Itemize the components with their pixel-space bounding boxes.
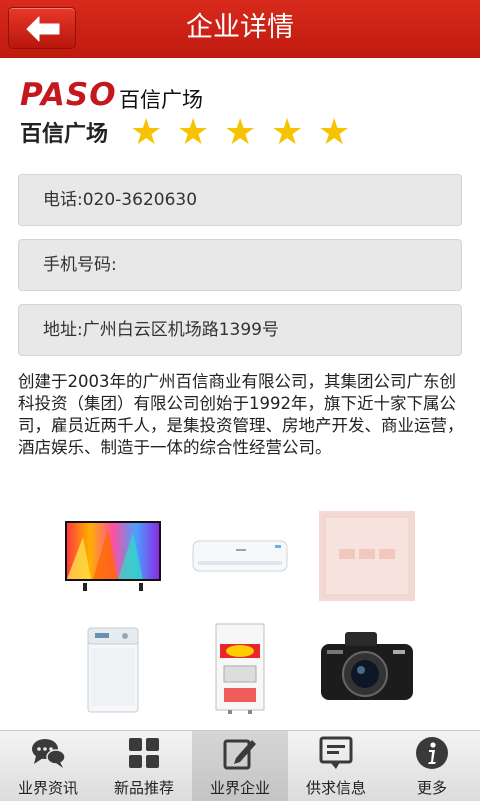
product-water-heater[interactable] — [190, 618, 290, 716]
company-name: 百信广场 — [119, 88, 203, 112]
pink-panel-image — [319, 511, 415, 601]
nav-label: 业界资讯 — [17, 779, 78, 797]
nav-item-new-products[interactable]: 新品推荐 — [96, 731, 192, 801]
header-bar: 企业详情 — [0, 0, 480, 58]
air-conditioner-image — [192, 540, 288, 572]
nav-item-industry-companies[interactable]: 业界企业 — [192, 731, 288, 801]
page-title: 企业详情 — [186, 12, 294, 43]
washing-machine-image — [87, 627, 139, 713]
company-logo: PASO 百信广场 — [18, 72, 117, 160]
company-description: 创建于2003年的广州百信商业有限公司，其集团公司广东创科投资（集团）有限公司创… — [18, 372, 464, 457]
info-icon — [416, 737, 448, 769]
nav-item-supply-demand[interactable]: 供求信息 — [288, 731, 384, 801]
rating-stars: ★ ★ ★ ★ ★ — [130, 115, 365, 151]
product-washing-machine[interactable] — [63, 618, 163, 716]
message-board-icon — [319, 736, 353, 769]
water-heater-image — [215, 623, 265, 714]
nav-label: 更多 — [416, 779, 447, 797]
product-air-conditioner[interactable] — [190, 507, 290, 605]
phone-field[interactable]: 电话:020-3620630 — [18, 174, 462, 226]
logo-brand: PASO — [20, 77, 117, 113]
nav-label: 业界企业 — [209, 779, 270, 797]
product-camera[interactable] — [317, 618, 417, 716]
mobile-field[interactable]: 手机号码: — [18, 239, 462, 291]
star-icon: ★ — [318, 112, 351, 153]
television-image — [65, 521, 161, 591]
star-icon: ★ — [224, 112, 257, 153]
nav-item-more[interactable]: 更多 — [384, 731, 480, 801]
chat-bubbles-icon — [32, 739, 66, 768]
product-tv[interactable] — [63, 507, 163, 605]
address-field[interactable]: 地址:广州白云区机场路1399号 — [18, 304, 462, 356]
edit-icon — [223, 739, 256, 770]
star-icon: ★ — [271, 112, 304, 153]
star-icon: ★ — [130, 112, 163, 153]
camera-image — [321, 632, 413, 700]
star-icon: ★ — [177, 112, 210, 153]
nav-label: 供求信息 — [305, 779, 366, 797]
logo-subtitle: 百信广场 — [19, 122, 108, 147]
bottom-nav: 业界资讯 新品推荐 业界企业 供求信息 更多 — [0, 730, 480, 801]
nav-item-industry-news[interactable]: 业界资讯 — [0, 731, 96, 801]
nav-label: 新品推荐 — [113, 779, 174, 797]
grid-icon — [129, 738, 159, 768]
product-panel[interactable] — [317, 507, 417, 605]
